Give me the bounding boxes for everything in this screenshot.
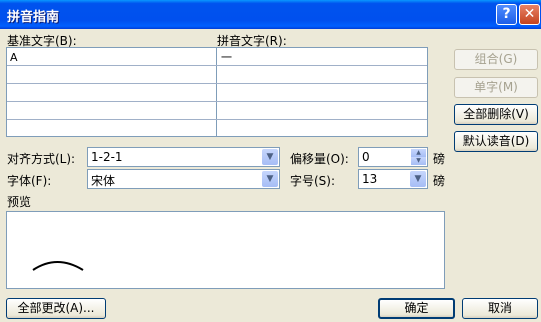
grid-divider [216,48,217,136]
close-icon[interactable]: ✕ [519,4,540,25]
alignment-label: 对齐方式(L): [7,152,76,166]
grid-row-line [7,65,427,66]
base-cell[interactable]: A [10,51,18,64]
default-reading-button[interactable]: 默认读音(D) [454,131,538,152]
group-button[interactable]: 组合(G) [454,49,538,70]
grid-row-line [7,119,427,120]
size-select[interactable]: 13 ▼ [358,169,428,189]
cancel-button[interactable]: 取消 [462,298,538,319]
ruby-cell[interactable]: 一 [221,49,232,65]
help-icon[interactable]: ? [496,4,517,25]
chevron-down-icon[interactable]: ▼ [262,149,278,165]
window-title: 拼音指南 [7,10,60,25]
clear-all-button[interactable]: 全部删除(V) [454,104,538,125]
font-select[interactable]: 宋体 ▼ [87,169,280,189]
ruby-grid: A 一 [6,47,428,137]
chevron-down-icon[interactable]: ▼ [262,171,278,187]
grid-row-line [7,83,427,84]
alignment-value: 1-2-1 [91,150,123,164]
offset-stepper[interactable]: 0 ▲ ▼ [358,147,428,167]
ok-button[interactable]: 确定 [378,298,455,319]
size-label: 字号(S): [290,174,336,188]
font-value: 宋体 [91,174,116,188]
chevron-down-icon[interactable]: ▼ [411,157,426,165]
alignment-select[interactable]: 1-2-1 ▼ [87,147,280,167]
offset-label: 偏移量(O): [290,152,349,166]
chevron-down-icon[interactable]: ▼ [410,171,426,187]
size-unit: 磅 [433,174,446,188]
preview-pane [6,211,445,289]
preview-label: 预览 [7,195,32,209]
size-value: 13 [362,172,378,186]
chevron-up-icon[interactable]: ▲ [411,149,426,157]
grid-row-line [7,101,427,102]
offset-value: 0 [362,150,370,164]
change-all-button[interactable]: 全部更改(A)... [6,298,106,319]
font-label: 字体(F): [7,174,52,188]
offset-unit: 磅 [433,152,446,166]
title-bar[interactable]: 拼音指南 ? ✕ [0,0,541,29]
phonetic-guide-dialog: 拼音指南 ? ✕ 基准文字(B): 拼音文字(R): A 一 组合(G) 单字(… [0,0,541,322]
preview-ruby-glyph [32,261,84,271]
mono-button[interactable]: 单字(M) [454,77,538,98]
